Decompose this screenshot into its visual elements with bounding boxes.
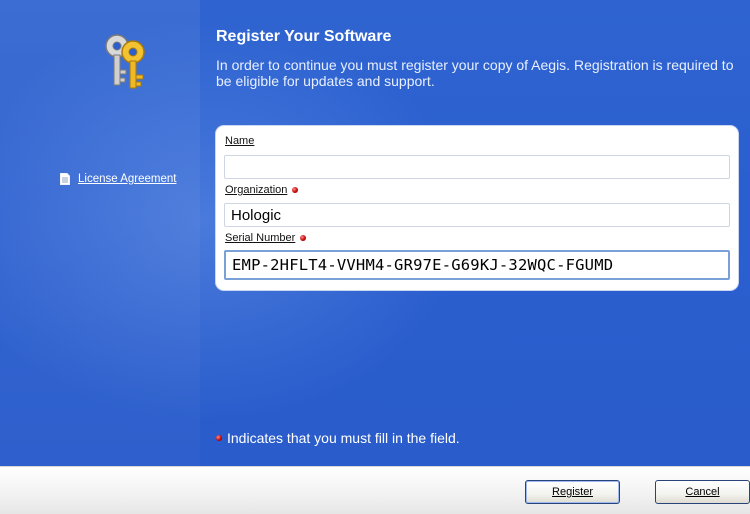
required-legend: Indicates that you must fill in the fiel… (216, 430, 460, 446)
required-legend-text: Indicates that you must fill in the fiel… (227, 430, 460, 446)
page-description: In order to continue you must register y… (216, 57, 734, 89)
organization-label: Organization (225, 184, 299, 196)
serial-number-label: Serial Number (225, 232, 307, 244)
document-icon (60, 173, 70, 185)
page-title: Register Your Software (216, 28, 392, 45)
button-bar: Register Cancel (0, 466, 750, 514)
cancel-button[interactable]: Cancel (655, 480, 750, 504)
required-dot-icon (216, 435, 222, 441)
left-pane: License Agreement (0, 0, 200, 466)
name-field[interactable] (224, 155, 730, 179)
keys-icon (105, 34, 145, 89)
name-label: Name (225, 135, 255, 147)
register-button[interactable]: Register (525, 480, 620, 504)
registration-form: Name Organization Serial Number (216, 126, 738, 290)
serial-number-field[interactable] (224, 250, 730, 280)
required-dot-icon (300, 235, 307, 241)
license-agreement-link[interactable]: License Agreement (60, 173, 176, 185)
license-agreement-label[interactable]: License Agreement (78, 173, 176, 185)
required-dot-icon (292, 187, 299, 193)
organization-field[interactable] (224, 203, 730, 227)
wizard-main-area: License Agreement Register Your Software… (0, 0, 750, 466)
